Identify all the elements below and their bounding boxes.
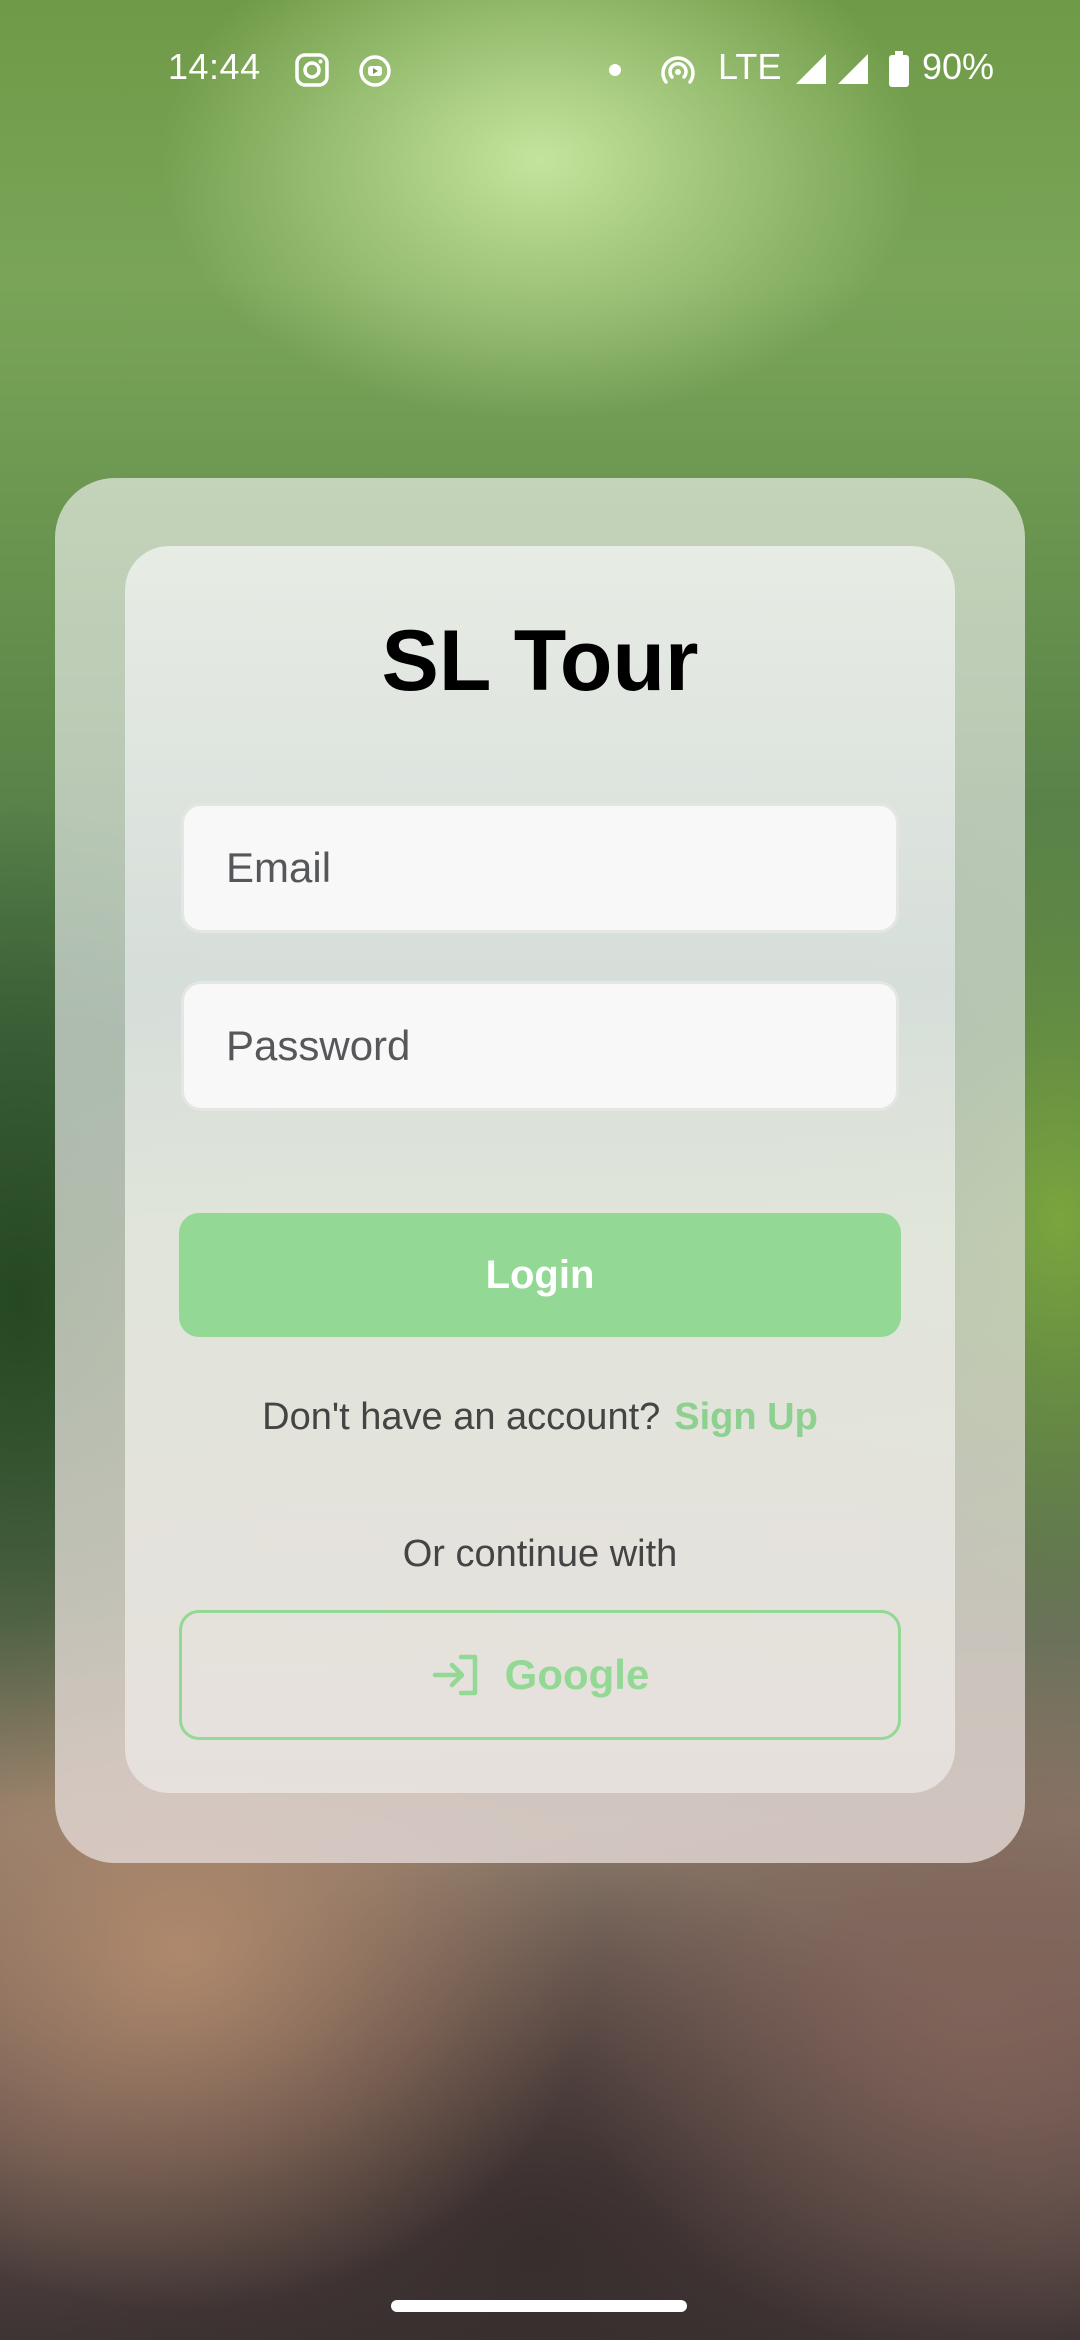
login-card-inner [125,546,955,1793]
signal-icon [838,54,868,84]
password-input[interactable] [181,981,899,1111]
network-type: LTE [718,46,782,87]
email-input[interactable] [181,803,899,933]
signal-icon [796,54,826,84]
no-account-text: Don't have an account? [262,1396,661,1438]
home-indicator[interactable] [391,2300,687,2312]
signup-link[interactable]: Sign Up [674,1396,818,1438]
login-button[interactable]: Login [179,1213,901,1337]
signup-row: Don't have an account? Sign Up [0,1396,1080,1439]
hotspot-icon [661,56,695,84]
app-title: SL Tour [381,613,699,709]
login-icon [432,1654,477,1696]
youtube-icon [359,55,391,87]
battery-level: 90% [922,46,995,87]
status-time: 14:44 [168,46,261,87]
google-login-button[interactable]: Google [179,1610,901,1740]
instagram-icon [295,53,329,87]
google-button-label: Google [504,1651,650,1698]
status-bar: 14:44 LTE 90% [0,0,1080,140]
or-continue-text: Or continue with [402,1533,678,1575]
dot-icon [609,64,621,76]
battery-icon [889,51,909,87]
